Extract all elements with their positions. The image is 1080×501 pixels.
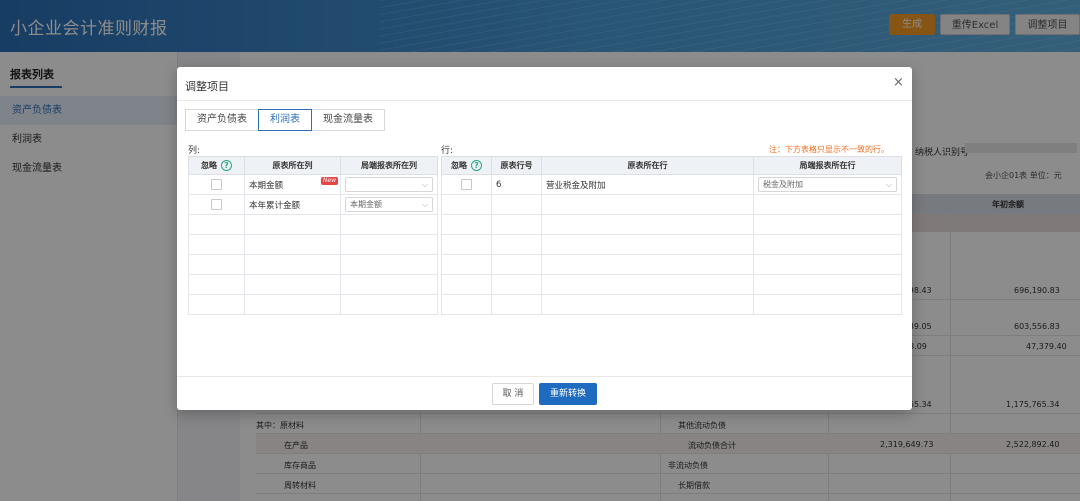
cancel-button[interactable]: 取 消 bbox=[492, 383, 534, 405]
chevron-down-icon: ⌵ bbox=[421, 200, 428, 209]
reconvert-button[interactable]: 重新转换 bbox=[539, 383, 597, 405]
table-row bbox=[441, 234, 902, 255]
table-header-row: 忽略? 原表所在列 局端报表所在列 bbox=[188, 156, 438, 175]
ignore-header: 忽略? bbox=[188, 156, 245, 175]
adjust-items-dialog: 调整项目 × 资产负债表 利润表 现金流量表 列: 行: 注：下方表格只显示不一… bbox=[177, 67, 912, 410]
tab-balance-sheet[interactable]: 资产负债表 bbox=[185, 109, 259, 131]
orig-row-cell: 营业税金及附加 bbox=[541, 174, 754, 195]
help-icon[interactable]: ? bbox=[471, 160, 482, 171]
close-icon[interactable]: × bbox=[893, 75, 904, 90]
help-icon[interactable]: ? bbox=[221, 160, 232, 171]
orig-column-cell: 本年累计金额 bbox=[249, 200, 301, 211]
report-tabs: 资产负债表 利润表 现金流量表 bbox=[185, 109, 385, 131]
target-row-select[interactable]: 税金及附加 ⌵ bbox=[758, 177, 897, 192]
table-row bbox=[188, 214, 438, 235]
table-row: 6 营业税金及附加 税金及附加 ⌵ bbox=[441, 174, 902, 195]
table-row bbox=[188, 274, 438, 295]
table-row bbox=[188, 294, 438, 315]
table-row bbox=[441, 194, 902, 215]
target-row-header: 局端报表所在行 bbox=[753, 156, 902, 175]
table-row bbox=[188, 234, 438, 255]
table-row bbox=[441, 294, 902, 315]
row-mapping-table: 忽略? 原表行号 原表所在行 局端报表所在行 6 营业税金及附加 税金及附加 ⌵ bbox=[441, 156, 902, 315]
table-row bbox=[441, 214, 902, 235]
orig-column-cell: 本期金额 bbox=[249, 180, 284, 191]
new-badge: New bbox=[320, 177, 338, 185]
ignore-checkbox[interactable] bbox=[461, 179, 472, 190]
mismatch-note: 注：下方表格只显示不一致的行。 bbox=[769, 145, 889, 154]
orig-line-no-header: 原表行号 bbox=[491, 156, 542, 175]
table-row: 本期金额 New ⌵ bbox=[188, 174, 438, 195]
orig-row-header: 原表所在行 bbox=[541, 156, 754, 175]
divider bbox=[177, 376, 912, 377]
ignore-header: 忽略? bbox=[441, 156, 492, 175]
chevron-down-icon: ⌵ bbox=[885, 180, 892, 189]
orig-column-header: 原表所在列 bbox=[244, 156, 341, 175]
tab-income-statement[interactable]: 利润表 bbox=[258, 109, 312, 131]
ignore-checkbox[interactable] bbox=[211, 179, 222, 190]
divider bbox=[177, 100, 912, 101]
table-row bbox=[441, 274, 902, 295]
column-section-label: 列: bbox=[188, 146, 201, 156]
tab-cash-flow[interactable]: 现金流量表 bbox=[311, 109, 385, 131]
table-row: 本年累计金额 本期金额 ⌵ bbox=[188, 194, 438, 215]
table-row bbox=[188, 254, 438, 275]
target-column-header: 局端报表所在列 bbox=[340, 156, 438, 175]
target-column-select[interactable]: 本期金额 ⌵ bbox=[345, 197, 433, 212]
column-mapping-table: 忽略? 原表所在列 局端报表所在列 本期金额 New ⌵ 本年累计金额 本期金额 ⌵ bbox=[188, 156, 438, 315]
line-no-cell: 6 bbox=[491, 174, 542, 195]
dialog-title: 调整项目 bbox=[185, 80, 229, 93]
table-header-row: 忽略? 原表行号 原表所在行 局端报表所在行 bbox=[441, 156, 902, 175]
ignore-checkbox[interactable] bbox=[211, 199, 222, 210]
row-section-label: 行: bbox=[441, 146, 454, 156]
table-row bbox=[441, 254, 902, 275]
chevron-down-icon: ⌵ bbox=[421, 180, 428, 189]
target-column-select[interactable]: ⌵ bbox=[345, 177, 433, 192]
